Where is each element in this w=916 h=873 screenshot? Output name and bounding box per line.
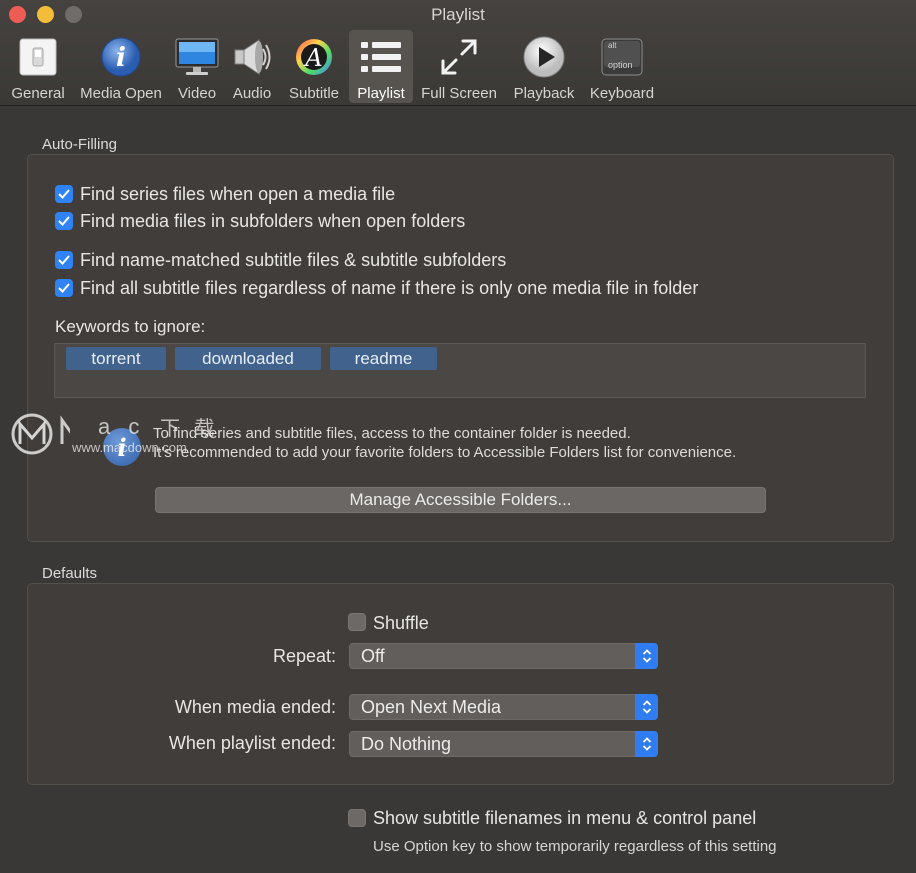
tab-label: Full Screen — [421, 85, 497, 102]
tab-label: General — [11, 85, 65, 102]
repeat-label: Repeat: — [272, 646, 336, 666]
font-icon: A — [291, 34, 337, 80]
media-ended-value: Open Next Media — [361, 697, 502, 717]
keyword-token[interactable]: torrent — [66, 347, 166, 370]
tab-media-open[interactable]: i Media Open — [75, 30, 167, 103]
up-down-chevron-icon — [635, 643, 658, 669]
auto-filling-heading: Auto-Filling — [42, 136, 118, 153]
speaker-icon — [229, 34, 275, 80]
switch-icon — [15, 34, 61, 80]
expand-icon — [436, 34, 482, 80]
tab-label: Playlist — [357, 85, 405, 102]
tab-subtitle[interactable]: A Subtitle — [283, 30, 345, 103]
defaults-heading: Defaults — [42, 565, 98, 582]
find-name-matched-subtitles-label[interactable]: Find name-matched subtitle files & subti… — [80, 250, 506, 271]
tab-general[interactable]: General — [6, 30, 70, 103]
tab-label: Playback — [513, 85, 575, 102]
tab-label: Video — [177, 85, 217, 102]
tab-full-screen[interactable]: Full Screen — [416, 30, 502, 103]
playlist-ended-popup[interactable]: Do Nothing — [349, 731, 658, 757]
keycap-option-text: option — [608, 60, 633, 70]
tab-keyboard[interactable]: alt option Keyboard — [586, 30, 658, 103]
window-title: Playlist — [431, 5, 485, 24]
playlist-ended-label: When playlist ended: — [168, 733, 336, 753]
repeat-value: Off — [361, 646, 385, 666]
tab-audio[interactable]: Audio — [227, 30, 277, 103]
show-subtitle-filenames-label[interactable]: Show subtitle filenames in menu & contro… — [373, 808, 756, 829]
tab-label: Audio — [232, 85, 272, 102]
manage-accessible-folders-button[interactable]: Manage Accessible Folders... — [155, 487, 766, 513]
up-down-chevron-icon — [635, 694, 658, 720]
find-all-subtitles-label[interactable]: Find all subtitle files regardless of na… — [80, 278, 698, 299]
up-down-chevron-icon — [635, 731, 658, 757]
option-key-icon: alt option — [599, 34, 645, 80]
playlist-ended-value: Do Nothing — [361, 734, 452, 754]
play-icon — [521, 34, 567, 80]
list-icon — [358, 34, 404, 80]
keycap-alt-text: alt — [608, 41, 617, 50]
find-name-matched-subtitles-checkbox[interactable] — [55, 251, 73, 269]
shuffle-checkbox[interactable] — [348, 613, 366, 631]
checkmark-icon — [58, 189, 70, 199]
checkmark-icon — [58, 283, 70, 293]
media-ended-label: When media ended: — [174, 697, 336, 717]
tab-label: Subtitle — [288, 85, 340, 102]
svg-text:A: A — [303, 44, 322, 72]
keywords-label: Keywords to ignore: — [55, 317, 206, 336]
monitor-icon — [174, 34, 220, 80]
checkmark-icon — [58, 255, 70, 265]
tab-playback[interactable]: Playback — [507, 30, 581, 103]
find-media-subfolders-label[interactable]: Find media files in subfolders when open… — [80, 211, 465, 232]
keyword-token[interactable]: readme — [330, 347, 437, 370]
find-series-label[interactable]: Find series files when open a media file — [80, 184, 395, 205]
find-all-subtitles-checkbox[interactable] — [55, 279, 73, 297]
info-icon: i — [98, 34, 144, 80]
keyword-token[interactable]: downloaded — [175, 347, 321, 370]
tab-label: Media Open — [80, 85, 162, 102]
media-ended-popup[interactable]: Open Next Media — [349, 694, 658, 720]
svg-text:i: i — [116, 43, 126, 73]
find-series-checkbox[interactable] — [55, 185, 73, 203]
find-media-subfolders-checkbox[interactable] — [55, 212, 73, 230]
shuffle-label[interactable]: Shuffle — [373, 613, 429, 634]
option-key-hint: Use Option key to show temporarily regar… — [373, 838, 777, 855]
title-bar: Playlist General i Media Open Video Audi… — [0, 0, 916, 106]
tab-label: Keyboard — [589, 85, 655, 102]
checkmark-icon — [58, 216, 70, 226]
info-text-line2: It's recommended to add your favorite fo… — [153, 444, 737, 461]
repeat-popup[interactable]: Off — [349, 643, 658, 669]
tab-video[interactable]: Video — [172, 30, 222, 103]
show-subtitle-filenames-checkbox[interactable] — [348, 809, 366, 827]
info-text-line1: To find series and subtitle files, acces… — [153, 425, 631, 442]
tab-playlist[interactable]: Playlist — [349, 30, 413, 103]
info-icon: i — [103, 428, 141, 466]
